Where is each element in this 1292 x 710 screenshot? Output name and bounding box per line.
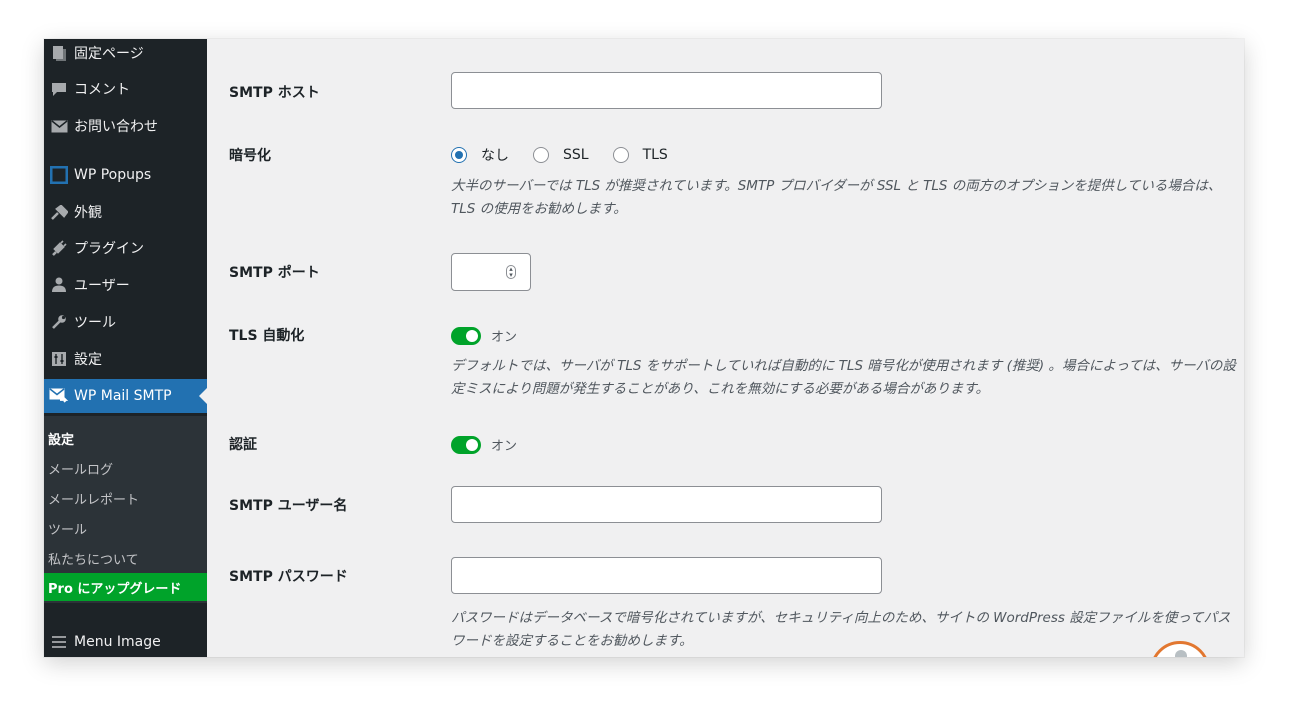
browser-viewport: 固定ページ コメント お問い合わせ WP Popups 外観 プラグイン ユーザ… [44, 39, 1244, 657]
encryption-description: 大半のサーバーでは TLS が推奨されています。SMTP プロバイダーが SSL… [451, 178, 1222, 217]
pages-icon [44, 43, 74, 63]
smtp-password-input[interactable] [451, 557, 882, 594]
sidebar-item-wp-mail-smtp[interactable]: WP Mail SMTP [44, 379, 207, 413]
user-icon [44, 275, 74, 295]
sidebar-item-menu-image[interactable]: Menu Image [44, 625, 207, 657]
sidebar-item-label: コメント [74, 82, 130, 98]
auto-tls-toggle[interactable] [451, 326, 481, 345]
sidebar-item-wp-popups[interactable]: WP Popups [44, 158, 207, 192]
sidebar-item-appearance[interactable]: 外観 [44, 195, 207, 229]
smtp-username-label: SMTP ユーザー名 [229, 498, 348, 514]
encryption-ssl-label[interactable]: SSL [563, 147, 589, 163]
submenu-item-settings[interactable]: 設定 [48, 429, 74, 448]
sidebar-item-label: 設定 [74, 352, 102, 368]
sidebar-item-label: ツール [74, 315, 116, 331]
smtp-host-label: SMTP ホスト [229, 85, 320, 101]
sidebar-item-label: WP Popups [74, 167, 152, 183]
auto-tls-label: TLS 自動化 [229, 328, 305, 344]
encryption-none-label[interactable]: なし [481, 145, 509, 165]
sidebar-item-label: 外観 [74, 205, 102, 221]
smtp-username-input[interactable] [451, 486, 882, 523]
submenu-item-email-log[interactable]: メールログ [48, 459, 113, 478]
encryption-tls-label[interactable]: TLS [643, 147, 668, 163]
submenu-item-tools[interactable]: ツール [48, 519, 87, 538]
admin-sidebar: 固定ページ コメント お問い合わせ WP Popups 外観 プラグイン ユーザ… [44, 39, 207, 657]
encryption-radio-group: なし SSL TLS [451, 145, 692, 165]
smtp-port-label: SMTP ポート [229, 265, 320, 281]
sidebar-item-tools[interactable]: ツール [44, 305, 207, 339]
settings-form: SMTP ホスト 暗号化 なし SSL TLS 大半のサーバーでは TLS が推… [207, 39, 1244, 657]
smtp-host-input[interactable] [451, 72, 882, 109]
sidebar-item-comments[interactable]: コメント [44, 72, 207, 106]
submenu-item-upgrade-pro[interactable]: Pro にアップグレード [44, 573, 207, 601]
settings-icon [44, 349, 74, 369]
submenu-item-email-reports[interactable]: メールレポート [48, 489, 139, 508]
encryption-tls-radio[interactable] [612, 147, 629, 163]
encryption-label: 暗号化 [229, 148, 271, 164]
smtp-password-description: パスワードはデータベースで暗号化されていますが、セキュリティ向上のため、サイトの… [451, 610, 1231, 649]
sidebar-item-settings[interactable]: 設定 [44, 342, 207, 376]
appearance-icon [44, 202, 74, 222]
sidebar-item-label: WP Mail SMTP [74, 388, 172, 404]
port-spinner-icon[interactable]: ▴ ▾ [506, 265, 516, 279]
smtp-password-label: SMTP パスワード [229, 569, 348, 585]
auth-state: オン [491, 439, 518, 454]
mail-icon [44, 116, 74, 136]
encryption-ssl-radio[interactable] [533, 147, 549, 163]
plugin-icon [44, 238, 74, 258]
auth-toggle-wrap: オン [451, 435, 517, 454]
submenu-item-about[interactable]: 私たちについて [48, 549, 139, 568]
encryption-none-radio[interactable] [451, 147, 467, 163]
sidebar-item-label: 固定ページ [74, 46, 144, 62]
sidebar-item-label: Menu Image [74, 634, 161, 650]
auto-tls-toggle-wrap: オン [451, 326, 517, 345]
auto-tls-state: オン [491, 330, 518, 345]
menu-icon [44, 632, 74, 652]
sidebar-item-label: プラグイン [74, 241, 144, 257]
sidebar-item-contact[interactable]: お問い合わせ [44, 109, 207, 143]
smtp-port-input[interactable]: ▴ ▾ [451, 253, 531, 291]
auth-label: 認証 [229, 437, 257, 453]
auth-toggle[interactable] [451, 435, 481, 454]
popup-icon [44, 165, 74, 185]
sidebar-item-pages[interactable]: 固定ページ [44, 39, 207, 70]
sidebar-item-label: お問い合わせ [74, 119, 158, 135]
auto-tls-description: デフォルトでは、サーバが TLS をサポートしていれば自動的に TLS 暗号化が… [451, 358, 1236, 397]
sidebar-item-label: ユーザー [74, 278, 130, 294]
comment-icon [44, 79, 74, 99]
wrench-icon [44, 312, 74, 332]
sidebar-item-users[interactable]: ユーザー [44, 268, 207, 302]
mail-smtp-icon [44, 386, 74, 406]
sidebar-item-plugins[interactable]: プラグイン [44, 231, 207, 265]
